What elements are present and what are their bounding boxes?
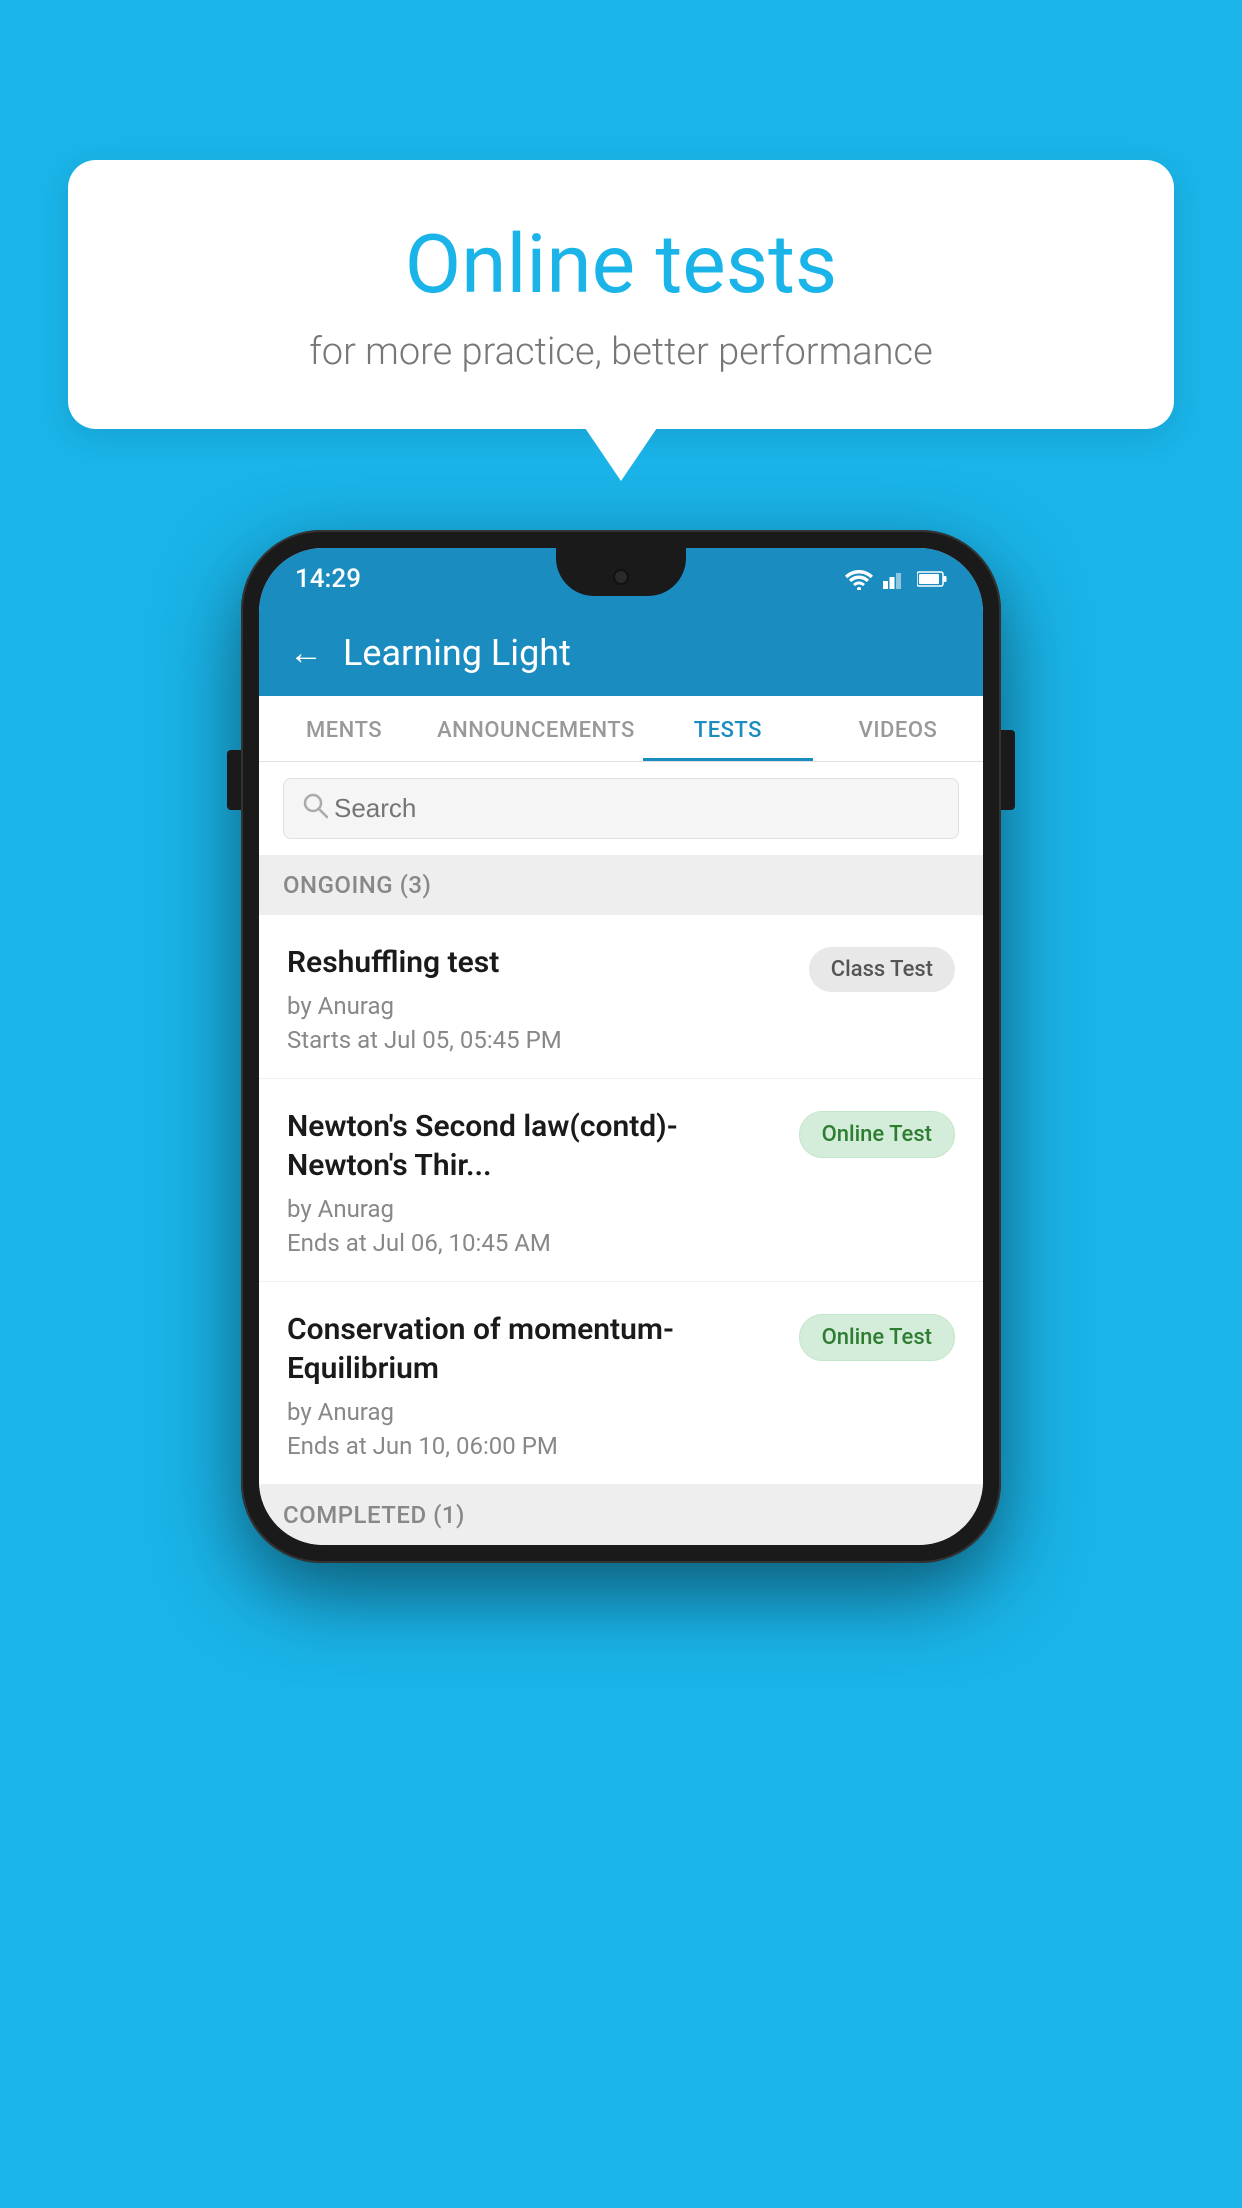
- test-list: Reshuffling test by Anurag Starts at Jul…: [259, 915, 983, 1485]
- bubble-subtitle: for more practice, better performance: [118, 330, 1124, 374]
- tab-bar: MENTS ANNOUNCEMENTS TESTS VIDEOS: [259, 696, 983, 762]
- front-camera: [613, 569, 629, 585]
- ongoing-section-header: ONGOING (3): [259, 855, 983, 915]
- tab-tests[interactable]: TESTS: [643, 696, 813, 761]
- test-item-conservation[interactable]: Conservation of momentum-Equilibrium by …: [259, 1282, 983, 1485]
- test-info-3: Conservation of momentum-Equilibrium by …: [287, 1310, 799, 1460]
- phone-screen: 14:29: [259, 548, 983, 1545]
- test-time-2: Ends at Jul 06, 10:45 AM: [287, 1229, 783, 1257]
- app-title: Learning Light: [343, 632, 571, 674]
- test-info-1: Reshuffling test by Anurag Starts at Jul…: [287, 943, 809, 1054]
- search-container: [259, 762, 983, 855]
- completed-section-header: COMPLETED (1): [259, 1485, 983, 1545]
- status-time: 14:29: [295, 564, 361, 594]
- test-author-2: by Anurag: [287, 1195, 783, 1223]
- search-input[interactable]: [283, 778, 959, 839]
- test-name-2: Newton's Second law(contd)-Newton's Thir…: [287, 1107, 783, 1185]
- search-wrapper: [283, 778, 959, 839]
- test-item-newton[interactable]: Newton's Second law(contd)-Newton's Thir…: [259, 1079, 983, 1282]
- test-author-3: by Anurag: [287, 1398, 783, 1426]
- phone-notch: [556, 548, 686, 596]
- speech-bubble: Online tests for more practice, better p…: [68, 160, 1174, 429]
- test-badge-2: Online Test: [799, 1111, 955, 1158]
- test-badge-1: Class Test: [809, 947, 955, 992]
- test-item-reshuffling[interactable]: Reshuffling test by Anurag Starts at Jul…: [259, 915, 983, 1079]
- tab-announcements[interactable]: ANNOUNCEMENTS: [429, 696, 643, 761]
- back-button[interactable]: ←: [289, 633, 323, 673]
- test-time-1: Starts at Jul 05, 05:45 PM: [287, 1026, 793, 1054]
- status-icons: [845, 568, 947, 590]
- wifi-icon: [845, 568, 873, 590]
- test-author-1: by Anurag: [287, 992, 793, 1020]
- app-header: ← Learning Light: [259, 610, 983, 696]
- phone-mockup: 14:29: [241, 530, 1001, 1563]
- bubble-title: Online tests: [118, 220, 1124, 310]
- test-info-2: Newton's Second law(contd)-Newton's Thir…: [287, 1107, 799, 1257]
- tab-videos[interactable]: VIDEOS: [813, 696, 983, 761]
- search-icon: [301, 791, 329, 827]
- test-name-1: Reshuffling test: [287, 943, 793, 982]
- test-badge-3: Online Test: [799, 1314, 955, 1361]
- signal-icon: [883, 569, 907, 589]
- test-name-3: Conservation of momentum-Equilibrium: [287, 1310, 783, 1388]
- tab-ments[interactable]: MENTS: [259, 696, 429, 761]
- phone-frame: 14:29: [241, 530, 1001, 1563]
- test-time-3: Ends at Jun 10, 06:00 PM: [287, 1432, 783, 1460]
- battery-icon: [917, 570, 947, 588]
